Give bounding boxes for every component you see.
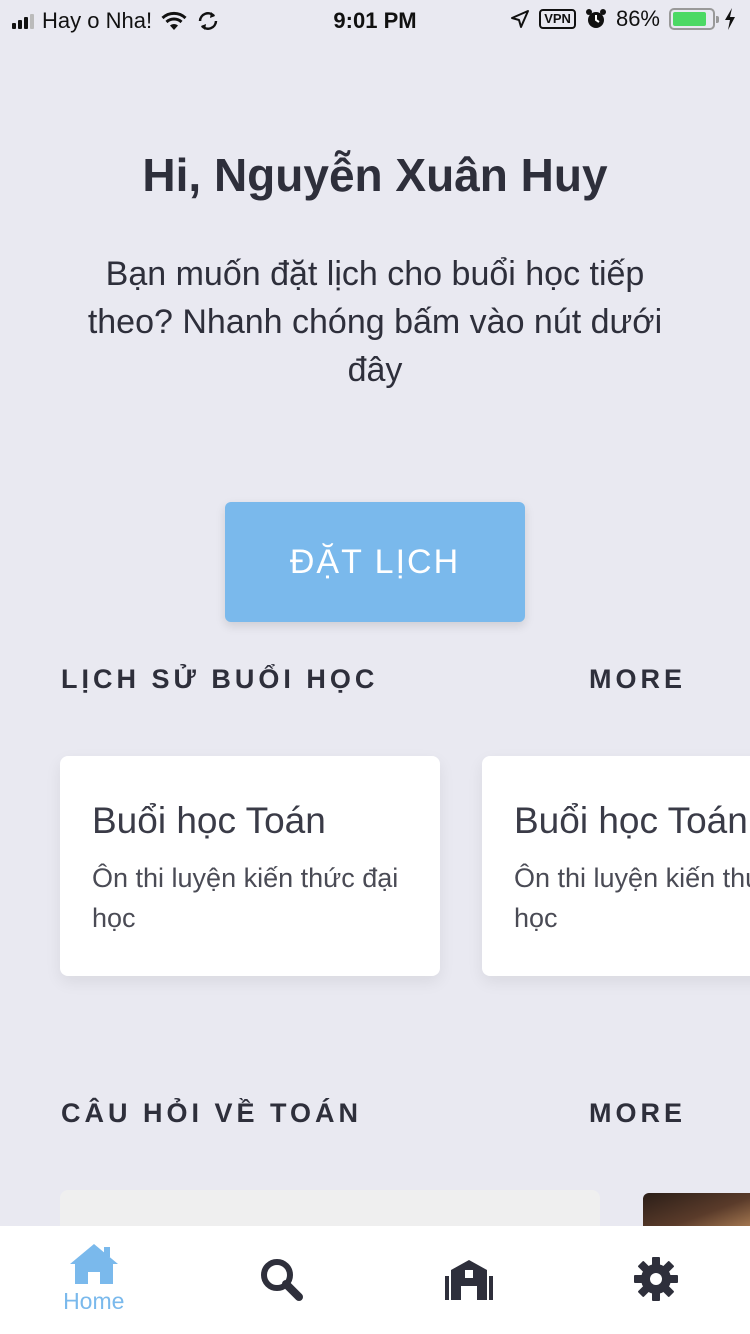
location-arrow-icon xyxy=(511,10,530,28)
intro-text: Bạn muốn đặt lịch cho buổi học tiếp theo… xyxy=(87,255,663,389)
settings-icon xyxy=(634,1257,679,1301)
history-card[interactable]: Buổi học Toán Ôn thi luyện kiến thức đại… xyxy=(482,756,750,976)
battery-fill xyxy=(673,12,706,26)
history-card[interactable]: Buổi học Toán Ôn thi luyện kiến thức đại… xyxy=(60,756,440,976)
history-more-link[interactable]: MORE xyxy=(589,664,686,695)
search-icon xyxy=(261,1259,304,1301)
book-schedule-button[interactable]: ĐẶT LỊCH xyxy=(225,502,525,622)
vpn-badge: VPN xyxy=(539,9,576,29)
school-icon xyxy=(444,1260,493,1300)
charging-bolt-icon xyxy=(725,8,735,30)
card-title: Buổi học Toán xyxy=(514,800,748,841)
card-title: Buổi học Toán xyxy=(92,800,326,841)
questions-more-link[interactable]: MORE xyxy=(589,1098,686,1129)
battery-percent: 86% xyxy=(615,6,660,31)
tab-bar: Home xyxy=(0,1226,750,1334)
card-description: Ôn thi luyện kiến thức đại học xyxy=(514,863,750,933)
home-icon xyxy=(69,1244,118,1284)
greeting-title: Hi, Nguyễn Xuân Huy xyxy=(142,149,608,201)
card-description: Ôn thi luyện kiến thức đại học xyxy=(92,863,399,933)
battery-icon xyxy=(669,8,719,30)
tab-home-label: Home xyxy=(63,1288,125,1314)
status-right: VPN 86% xyxy=(510,6,736,32)
tab-home[interactable]: Home xyxy=(0,1226,188,1334)
status-bar: Hay o Nha! 9:01 PM VPN 86% xyxy=(0,0,750,40)
tab-search[interactable] xyxy=(188,1226,376,1334)
alarm-icon xyxy=(585,9,606,28)
tab-settings[interactable] xyxy=(563,1226,750,1334)
history-section-title: LỊCH SỬ BUỔI HỌC xyxy=(61,664,379,694)
home-screen: Hay o Nha! 9:01 PM VPN 86% Hi, Nguyễn Xu… xyxy=(0,0,750,1334)
questions-section-title: CÂU HỎI VỀ TOÁN xyxy=(61,1098,363,1128)
tab-school[interactable] xyxy=(375,1226,563,1334)
